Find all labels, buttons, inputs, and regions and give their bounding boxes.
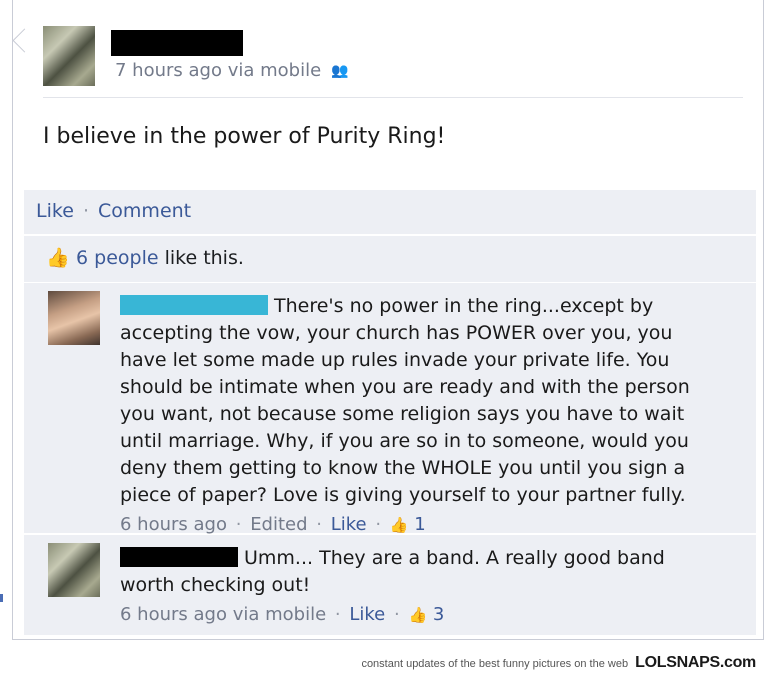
author-name-redacted[interactable] (111, 30, 243, 56)
thumbs-up-icon: 👍 (408, 606, 428, 624)
edge-marker (0, 594, 3, 602)
comment-like-count[interactable]: 1 (414, 514, 425, 535)
like-link[interactable]: Like (36, 200, 74, 222)
comment-text: There's no power in the ring...except by… (120, 295, 690, 506)
footer-tagline: constant updates of the best funny pictu… (361, 658, 629, 670)
commenter-name-redacted[interactable] (120, 295, 268, 315)
comment-like-link[interactable]: Like (331, 514, 367, 535)
comment-timestamp[interactable]: 6 hours ago via mobile (120, 604, 326, 625)
comment-item: There's no power in the ring...except by… (24, 283, 756, 535)
comment-meta: 6 hours ago via mobile · Like · 👍 3 (120, 604, 445, 625)
footer-brand: LOLSNAPS.com (635, 654, 756, 671)
likers-link[interactable]: 6 people (76, 247, 159, 269)
post-header: 7 hours ago via mobile 👥 (43, 24, 743, 94)
commenter-name-redacted[interactable] (120, 547, 238, 567)
thumbs-up-icon: 👍 (46, 247, 70, 269)
author-avatar[interactable] (43, 26, 95, 86)
comment-timestamp[interactable]: 6 hours ago (120, 514, 227, 535)
comment-item: Umm... They are a band. A really good ba… (24, 535, 756, 636)
header-divider (43, 97, 743, 98)
commenter-avatar[interactable] (48, 291, 100, 345)
post-timestamp[interactable]: 7 hours ago via mobile (115, 60, 321, 81)
likes-summary: 👍 6 people like this. (24, 236, 756, 283)
edited-label[interactable]: Edited (250, 514, 307, 535)
comment-link[interactable]: Comment (98, 200, 191, 222)
watermark-footer: constant updates of the best funny pictu… (0, 645, 768, 679)
comment-body: There's no power in the ring...except by… (120, 293, 720, 539)
commenter-avatar[interactable] (48, 543, 100, 597)
comment-body: Umm... They are a band. A really good ba… (120, 545, 720, 629)
likes-text: like this. (164, 247, 244, 269)
post-meta: 7 hours ago via mobile 👥 (115, 60, 349, 81)
post-actions-bar: Like · Comment (24, 190, 756, 235)
people-icon[interactable]: 👥 (331, 63, 348, 79)
comment-like-link[interactable]: Like (349, 604, 385, 625)
thumbs-up-icon: 👍 (389, 516, 409, 534)
comment-like-count[interactable]: 3 (433, 604, 444, 625)
separator: · (82, 200, 89, 222)
post-text: I believe in the power of Purity Ring! (43, 124, 446, 149)
card-pointer (12, 28, 37, 53)
